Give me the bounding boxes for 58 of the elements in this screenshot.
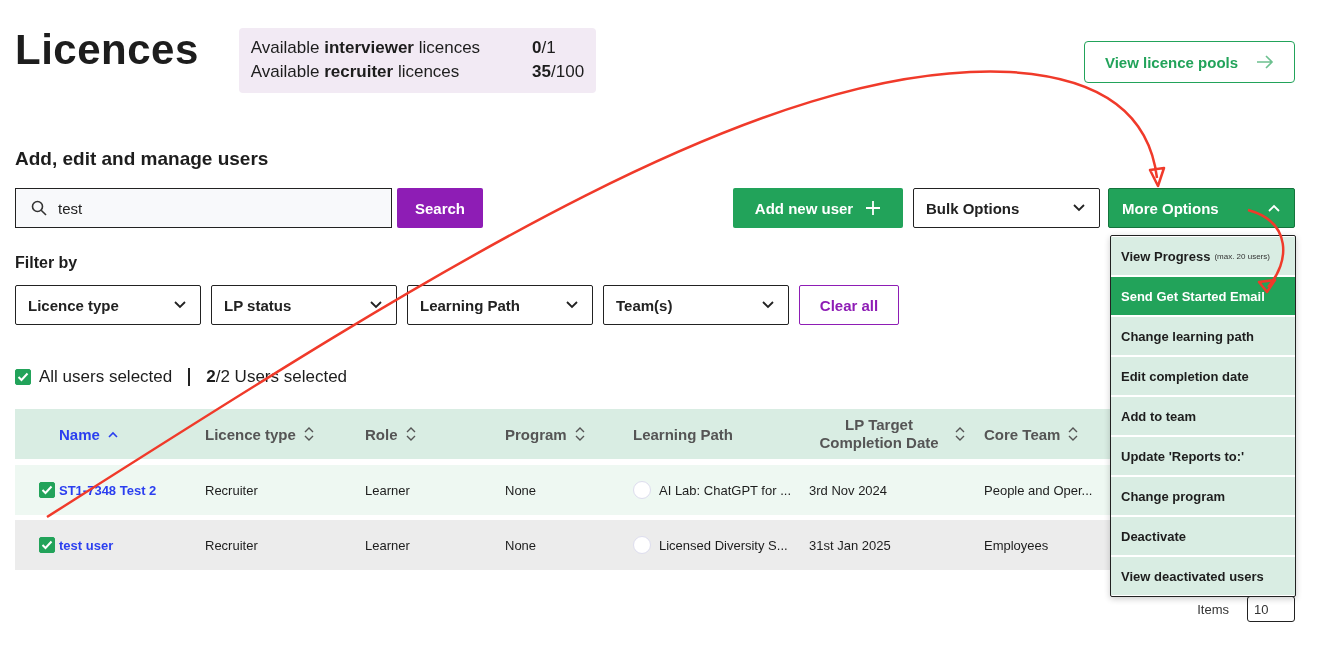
items-label: Items: [1197, 601, 1229, 617]
all-selected-label: All users selected: [39, 367, 173, 387]
table-cell: Learner: [365, 537, 410, 553]
menu-item[interactable]: Change program: [1111, 477, 1295, 515]
filter-label: Filter by: [15, 253, 78, 273]
chevron-down-icon: [174, 301, 186, 309]
user-name-link[interactable]: test user: [59, 537, 114, 553]
chevron-icon: [1268, 204, 1280, 212]
licence-label: Available recruiter licences: [250, 62, 461, 82]
chevron-down-icon: [370, 301, 382, 309]
filter-dropdown[interactable]: Learning Path: [407, 285, 593, 325]
filter-dropdown[interactable]: LP status: [211, 285, 397, 325]
menu-item[interactable]: View Progress (max. 20 users): [1111, 237, 1295, 275]
search-button[interactable]: Search: [397, 188, 483, 228]
column-header[interactable]: LP Target Completion Date: [809, 416, 949, 452]
items-per-page-dropdown[interactable]: 10: [1247, 596, 1295, 622]
column-header[interactable]: Name: [59, 425, 100, 443]
plus-icon: [865, 200, 882, 216]
table-cell: Recruiter: [205, 537, 258, 553]
column-header[interactable]: Role: [365, 425, 398, 443]
table-cell: Licensed Diversity S...: [659, 537, 788, 553]
menu-item[interactable]: Add to team: [1111, 397, 1295, 435]
section-title: Add, edit and manage users: [15, 147, 270, 171]
table-cell: People and Oper...: [984, 482, 1093, 498]
search-field[interactable]: test: [15, 188, 392, 228]
table-cell: Learner: [365, 482, 410, 498]
table-cell: AI Lab: ChatGPT for ...: [659, 482, 791, 498]
table-cell: 3rd Nov 2024: [809, 482, 888, 498]
menu-item[interactable]: Update 'Reports to:': [1111, 437, 1295, 475]
checkbox[interactable]: [39, 537, 55, 553]
column-header[interactable]: Core Team: [984, 425, 1061, 443]
menu-item[interactable]: Deactivate: [1111, 517, 1295, 555]
menu-item[interactable]: Edit completion date: [1111, 357, 1295, 395]
column-header[interactable]: Learning Path: [633, 425, 733, 443]
licence-count: 35/100: [532, 62, 585, 82]
page-title: Licences: [15, 28, 199, 70]
bulk-options-dropdown[interactable]: Bulk Options: [913, 188, 1100, 228]
table-cell: None: [505, 537, 537, 553]
search-icon: [31, 200, 47, 216]
chevron-down-icon: [1073, 204, 1085, 212]
clear-all-button[interactable]: Clear all: [799, 285, 899, 325]
chevron-down-icon: [762, 301, 774, 309]
filter-dropdown[interactable]: Licence type: [15, 285, 201, 325]
licence-label: Available interviewer licences: [250, 38, 481, 58]
chevron-down-icon: [566, 301, 578, 309]
licence-count: 0/1: [532, 38, 557, 58]
column-header[interactable]: Licence type: [205, 425, 296, 443]
table-cell: Employees: [984, 537, 1049, 553]
table-cell: None: [505, 482, 537, 498]
column-header[interactable]: Program: [505, 425, 567, 443]
filter-dropdown[interactable]: Team(s): [603, 285, 789, 325]
menu-item[interactable]: View deactivated users: [1111, 557, 1295, 595]
arrow-right-icon: [1256, 55, 1275, 69]
checkbox[interactable]: [15, 369, 31, 385]
menu-item[interactable]: Change learning path: [1111, 317, 1295, 355]
table-cell: Recruiter: [205, 482, 258, 498]
checkbox[interactable]: [39, 482, 55, 498]
table-cell: 31st Jan 2025: [809, 537, 891, 553]
